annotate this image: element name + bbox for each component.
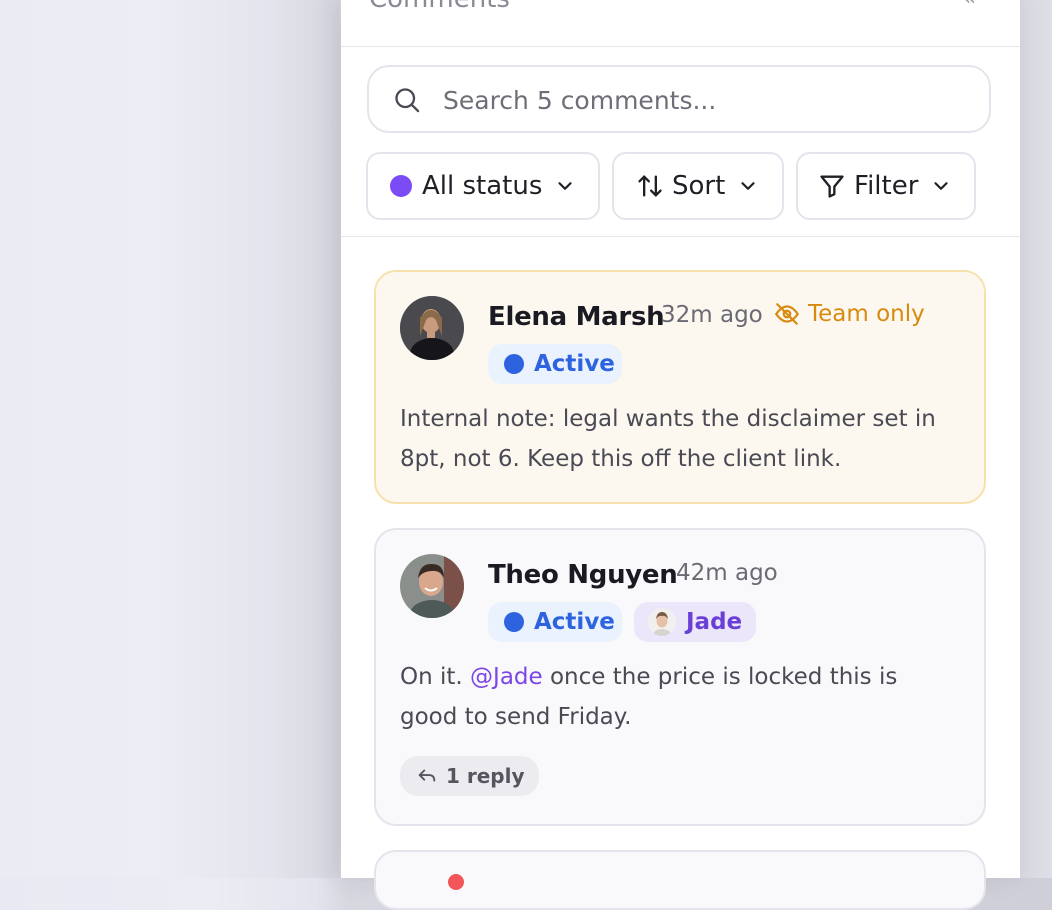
page-backdrop xyxy=(0,0,340,878)
status-dot-icon xyxy=(504,612,524,632)
toolbar-divider xyxy=(341,236,1020,237)
search-input[interactable] xyxy=(441,81,965,119)
status-badge-label: Active xyxy=(534,351,615,377)
sort-dropdown-button[interactable]: Sort xyxy=(612,152,784,220)
reply-count-button[interactable]: 1 reply xyxy=(400,756,539,796)
assignee-label: Jade xyxy=(686,609,743,635)
eye-off-icon xyxy=(775,303,799,325)
team-only-badge: Team only xyxy=(774,301,925,327)
comment-card[interactable]: Theo Nguyen 42m ago Active Jade On it. @… xyxy=(374,528,986,826)
status-dropdown-button[interactable]: All status xyxy=(366,152,600,220)
panel-header: Comments « xyxy=(341,0,1020,47)
comment-body: On it. @Jade once the price is locked th… xyxy=(400,657,960,737)
status-badge-label: Active xyxy=(534,609,615,635)
status-dot-icon xyxy=(504,354,524,374)
comment-body-text: On it. xyxy=(400,664,471,690)
status-badge: Active xyxy=(488,602,622,642)
avatar-elena-icon xyxy=(400,296,464,360)
assignee-badge[interactable]: Jade xyxy=(634,602,756,642)
collapse-icon[interactable]: « xyxy=(963,0,976,11)
comment-author: Elena Marsh xyxy=(488,302,665,332)
reply-arrow-icon xyxy=(418,769,436,782)
status-dropdown-label: All status xyxy=(422,171,543,201)
panel-title: Comments xyxy=(369,0,510,14)
search-icon xyxy=(395,88,420,113)
filter-dropdown-button[interactable]: Filter xyxy=(796,152,976,220)
comment-timestamp: 42m ago xyxy=(676,560,778,586)
avatar xyxy=(400,554,464,618)
status-dot-icon xyxy=(390,175,412,197)
mention-link[interactable]: @Jade xyxy=(470,664,543,690)
comment-timestamp: 32m ago xyxy=(661,302,763,328)
filter-dropdown-label: Filter xyxy=(854,171,919,201)
comments-panel: Comments « All status Sort Filter xyxy=(341,0,1020,910)
sort-arrows-icon xyxy=(638,175,662,197)
sort-dropdown-label: Sort xyxy=(672,171,726,201)
comment-body: Internal note: legal wants the disclaime… xyxy=(400,406,936,472)
chevron-down-icon xyxy=(741,182,755,190)
comment-author: Theo Nguyen xyxy=(488,560,678,590)
search-box[interactable] xyxy=(367,65,991,133)
chevron-down-icon xyxy=(558,182,572,190)
page-backdrop-right xyxy=(1020,0,1052,878)
avatar-jade-icon xyxy=(648,608,676,636)
status-badge: Active xyxy=(488,344,622,384)
chevron-down-icon xyxy=(934,182,948,190)
comment-card-internal[interactable]: Elena Marsh 32m ago Team only Active Int… xyxy=(374,270,986,504)
unread-dot-icon xyxy=(448,874,464,890)
avatar-theo-icon xyxy=(400,554,464,618)
assignee-avatar xyxy=(648,608,676,636)
comment-card[interactable] xyxy=(374,850,986,910)
visibility-label: Team only xyxy=(808,301,925,327)
reply-count-label: 1 reply xyxy=(446,764,525,788)
funnel-icon xyxy=(820,175,844,198)
avatar xyxy=(400,296,464,360)
